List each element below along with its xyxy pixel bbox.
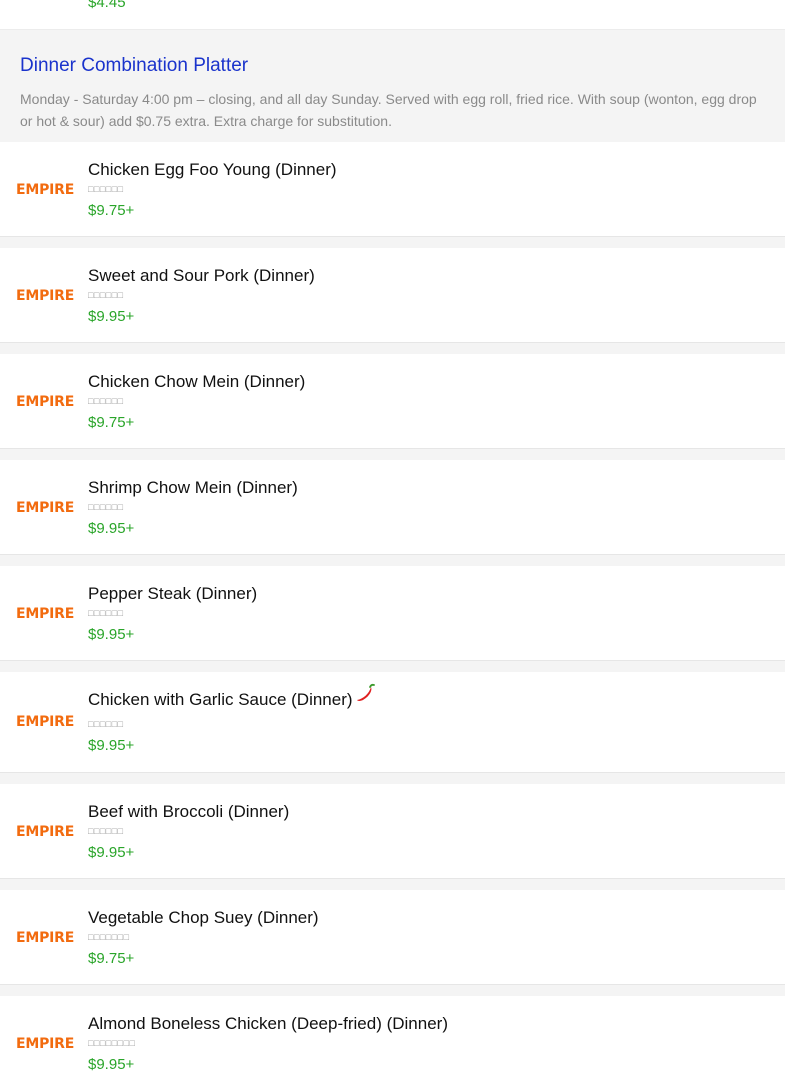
item-subtext: □□□□□□ xyxy=(88,826,124,836)
item-price: $9.95+ xyxy=(88,1056,135,1073)
restaurant-logo: EMPIRE xyxy=(16,824,75,840)
item-subtext: □□□□□□ xyxy=(88,502,124,512)
restaurant-logo: EMPIRE xyxy=(16,394,75,410)
item-price: $9.75+ xyxy=(88,202,135,219)
item-price: $9.75+ xyxy=(88,414,135,431)
item-name: Pepper Steak (Dinner) xyxy=(88,584,258,603)
previous-menu-item[interactable]: $4.45 xyxy=(0,0,785,30)
item-subtext: □□□□□□ xyxy=(88,396,124,406)
item-name: Chicken Egg Foo Young (Dinner) xyxy=(88,160,337,179)
item-name-text: Chicken with Garlic Sauce (Dinner) xyxy=(88,690,353,709)
item-price: $9.95+ xyxy=(88,737,135,754)
restaurant-logo: EMPIRE xyxy=(16,500,75,516)
menu-item[interactable]: EMPIRE Chicken Egg Foo Young (Dinner) □□… xyxy=(0,142,785,237)
item-name: Chicken Chow Mein (Dinner) xyxy=(88,372,306,391)
restaurant-logo: EMPIRE xyxy=(16,714,75,730)
item-price: $9.95+ xyxy=(88,520,135,537)
menu-page: $4.45 Dinner Combination Platter Monday … xyxy=(0,0,785,1085)
restaurant-logo: EMPIRE xyxy=(16,288,75,304)
item-subtext: □□□□□□□□ xyxy=(88,1038,136,1048)
item-name: Almond Boneless Chicken (Deep-fried) (Di… xyxy=(88,1014,448,1033)
item-name: Beef with Broccoli (Dinner) xyxy=(88,802,290,821)
restaurant-logo: EMPIRE xyxy=(16,182,75,198)
menu-item[interactable]: EMPIRE Beef with Broccoli (Dinner) □□□□□… xyxy=(0,784,785,879)
section-header: Dinner Combination Platter Monday - Satu… xyxy=(0,30,785,142)
item-price: $9.75+ xyxy=(88,950,135,967)
item-subtext: □□□□□□ xyxy=(88,290,124,300)
menu-item[interactable]: EMPIRE Vegetable Chop Suey (Dinner) □□□□… xyxy=(0,890,785,985)
item-subtext: □□□□□□□ xyxy=(88,932,130,942)
menu-item[interactable]: EMPIRE Chicken Chow Mein (Dinner) □□□□□□… xyxy=(0,354,785,449)
item-subtext: □□□□□□ xyxy=(88,184,124,194)
restaurant-logo: EMPIRE xyxy=(16,1036,75,1052)
restaurant-logo: EMPIRE xyxy=(16,930,75,946)
chili-pepper-icon xyxy=(354,682,376,709)
item-name: Vegetable Chop Suey (Dinner) xyxy=(88,908,319,927)
menu-item[interactable]: EMPIRE Pepper Steak (Dinner) □□□□□□ $9.9… xyxy=(0,566,785,661)
menu-item[interactable]: EMPIRE Almond Boneless Chicken (Deep-fri… xyxy=(0,996,785,1085)
item-price: $9.95+ xyxy=(88,626,135,643)
item-price: $9.95+ xyxy=(88,308,135,325)
menu-item[interactable]: EMPIRE Shrimp Chow Mein (Dinner) □□□□□□ … xyxy=(0,460,785,555)
section-description: Monday - Saturday 4:00 pm – closing, and… xyxy=(20,91,757,129)
item-name: Chicken with Garlic Sauce (Dinner) xyxy=(88,683,376,710)
item-name: Sweet and Sour Pork (Dinner) xyxy=(88,266,315,285)
section-title: Dinner Combination Platter xyxy=(20,55,249,76)
item-price: $4.45 xyxy=(88,0,126,11)
item-subtext: □□□□□□ xyxy=(88,608,124,618)
item-name: Shrimp Chow Mein (Dinner) xyxy=(88,478,298,497)
menu-item[interactable]: EMPIRE Sweet and Sour Pork (Dinner) □□□□… xyxy=(0,248,785,343)
item-subtext: □□□□□□ xyxy=(88,719,124,729)
menu-item-list: EMPIRE Chicken Egg Foo Young (Dinner) □□… xyxy=(0,142,785,1085)
menu-item[interactable]: EMPIRE Chicken with Garlic Sauce (Dinner… xyxy=(0,672,785,773)
restaurant-logo: EMPIRE xyxy=(16,606,75,622)
item-price: $9.95+ xyxy=(88,844,135,861)
